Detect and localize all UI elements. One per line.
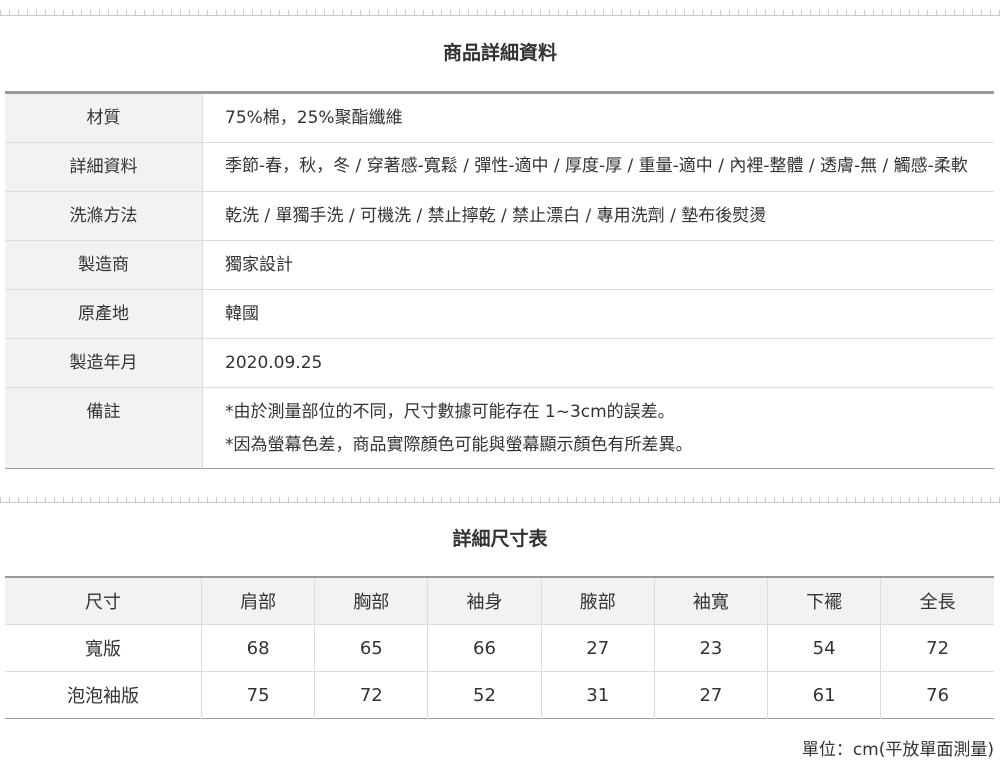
row-value-remarks: *由於測量部位的不同，尺寸數據可能存在 1~3cm的誤差。 *因為螢幕色差，商品… (203, 388, 995, 469)
column-header: 袖身 (427, 577, 542, 625)
table-cell: 54 (767, 624, 882, 672)
table-cell: 31 (540, 671, 655, 719)
size-section-title: 詳細尺寸表 (452, 528, 548, 550)
table-row: 製造年月 2020.09.25 (5, 338, 994, 388)
column-header: 袖寬 (653, 577, 769, 625)
middle-ruler-divider (0, 497, 1000, 506)
table-cell: 23 (653, 624, 769, 672)
table-cell: 66 (427, 624, 542, 672)
table-cell: 68 (200, 624, 316, 672)
row-label-origin: 原產地 (5, 289, 203, 339)
table-cell: 76 (880, 671, 994, 719)
column-header: 肩部 (200, 577, 316, 625)
unit-note: 單位：cm(平放單面測量) (801, 740, 994, 760)
row-label-details: 詳細資料 (5, 142, 203, 192)
table-row: 材質 75%棉，25%聚酯纖維 (5, 92, 994, 143)
size-name-cell: 泡泡袖版 (5, 671, 202, 719)
table-cell: 27 (540, 624, 655, 672)
table-row: 洗滌方法 乾洗 / 單獨手洗 / 可機洗 / 禁止擰乾 / 禁止漂白 / 專用洗… (5, 191, 994, 241)
table-cell: 72 (880, 624, 994, 672)
table-row: 原產地 韓國 (5, 289, 994, 339)
table-row: 備註 *由於測量部位的不同，尺寸數據可能存在 1~3cm的誤差。 *因為螢幕色差… (5, 387, 995, 469)
table-cell: 65 (314, 624, 429, 672)
table-row: 寬版 68 65 66 27 23 54 72 (5, 624, 994, 672)
column-header: 腋部 (540, 577, 655, 625)
row-value-manufacturer: 獨家設計 (202, 240, 994, 290)
remark-line: *因為螢幕色差，商品實際顏色可能與螢幕顯示顏色有所差異。 (225, 435, 693, 455)
product-detail-table: 材質 75%棉，25%聚酯纖維 詳細資料 季節-春，秋，冬 / 穿著感-寬鬆 /… (5, 91, 994, 469)
table-row: 詳細資料 季節-春，秋，冬 / 穿著感-寬鬆 / 彈性-適中 / 厚度-厚 / … (5, 142, 994, 192)
row-value-details: 季節-春，秋，冬 / 穿著感-寬鬆 / 彈性-適中 / 厚度-厚 / 重量-適中… (202, 142, 994, 192)
table-cell: 75 (200, 671, 316, 719)
detail-section-title: 商品詳細資料 (442, 42, 557, 64)
row-value-material: 75%棉，25%聚酯纖維 (202, 92, 994, 143)
column-header: 尺寸 (5, 577, 202, 625)
size-chart-table: 尺寸 肩部 胸部 袖身 腋部 袖寬 下襬 全長 寬版 68 65 66 27 2… (5, 576, 994, 719)
row-value-washing: 乾洗 / 單獨手洗 / 可機洗 / 禁止擰乾 / 禁止漂白 / 專用洗劑 / 墊… (202, 191, 994, 241)
column-header: 胸部 (314, 577, 429, 625)
table-row: 製造商 獨家設計 (5, 240, 994, 290)
table-cell: 27 (653, 671, 769, 719)
row-label-remarks: 備註 (5, 387, 203, 469)
row-label-material: 材質 (5, 92, 203, 143)
row-label-manufacture-date: 製造年月 (5, 338, 203, 388)
table-header-row: 尺寸 肩部 胸部 袖身 腋部 袖寬 下襬 全長 (5, 577, 994, 625)
column-header: 下襬 (767, 577, 882, 625)
table-cell: 61 (767, 671, 882, 719)
table-row: 泡泡袖版 75 72 52 31 27 61 76 (5, 671, 994, 719)
size-name-cell: 寬版 (5, 624, 202, 672)
row-value-origin: 韓國 (202, 289, 994, 339)
row-label-washing: 洗滌方法 (5, 191, 203, 241)
top-ruler-divider (0, 10, 1000, 19)
row-label-manufacturer: 製造商 (5, 240, 203, 290)
column-header: 全長 (880, 577, 994, 625)
table-cell: 52 (427, 671, 542, 719)
table-cell: 72 (314, 671, 429, 719)
remark-line: *由於測量部位的不同，尺寸數據可能存在 1~3cm的誤差。 (225, 402, 675, 422)
row-value-manufacture-date: 2020.09.25 (202, 338, 994, 388)
